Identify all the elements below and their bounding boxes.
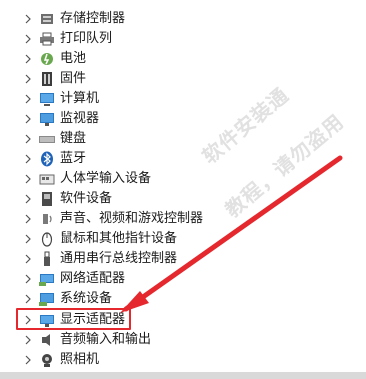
hid-icon: [39, 171, 55, 187]
printer-icon: [39, 31, 55, 47]
tree-item-batteries[interactable]: 电池: [0, 49, 366, 69]
tree-item-audio-io[interactable]: 音频输入和输出: [0, 330, 366, 350]
storage-controller-icon: [39, 11, 55, 27]
tree-item-software-devices[interactable]: 软件设备: [0, 189, 366, 209]
tree-item-usb[interactable]: 通用串行总线控制器: [0, 249, 366, 269]
chevron-right-icon[interactable]: [23, 254, 33, 264]
system-device-icon: [39, 291, 55, 307]
tree-item-mice[interactable]: 鼠标和其他指针设备: [0, 229, 366, 249]
mouse-icon: [39, 231, 55, 247]
tree-item-print-queues[interactable]: 打印队列: [0, 29, 366, 49]
tree-item-label: 人体学输入设备: [60, 171, 152, 186]
horizontal-scrollbar[interactable]: [0, 372, 366, 379]
tree-item-hid[interactable]: 人体学输入设备: [0, 169, 366, 189]
audio-io-icon: [39, 332, 55, 348]
tree-item-label: 音频输入和输出: [60, 332, 152, 347]
device-manager-tree: 存储控制器 打印队列 电池 固件 计算机 监视器 键盘 蓝牙 人体学输入设备 软…: [0, 0, 366, 379]
tree-item-bluetooth[interactable]: 蓝牙: [0, 149, 366, 169]
chevron-right-icon[interactable]: [23, 134, 33, 144]
chevron-right-icon[interactable]: [23, 74, 33, 84]
tree-item-label: 固件: [60, 71, 87, 86]
tree-item-label: 通用串行总线控制器: [60, 251, 178, 266]
tree-item-label: 照相机: [60, 352, 100, 367]
tree-item-label: 声音、视频和游戏控制器: [60, 211, 204, 226]
bluetooth-icon: [39, 151, 55, 167]
tree-item-monitors[interactable]: 监视器: [0, 109, 366, 129]
chevron-right-icon[interactable]: [23, 114, 33, 124]
tree-item-label: 监视器: [60, 111, 100, 126]
tree-item-label: 电池: [60, 51, 87, 66]
tree-item-storage-controllers[interactable]: 存储控制器: [0, 9, 366, 29]
tree-item-label: 打印队列: [60, 31, 113, 46]
tree-item-sound-video-game[interactable]: 声音、视频和游戏控制器: [0, 209, 366, 229]
chevron-right-icon[interactable]: [23, 355, 33, 365]
tree-item-label: 蓝牙: [60, 151, 87, 166]
tree-item-display-adapters[interactable]: 显示适配器: [0, 308, 366, 330]
keyboard-icon: [39, 131, 55, 147]
tree-item-label: 网络适配器: [60, 271, 126, 286]
chevron-right-icon[interactable]: [23, 174, 33, 184]
tree-item-computer[interactable]: 计算机: [0, 89, 366, 109]
tree-item-keyboards[interactable]: 键盘: [0, 129, 366, 149]
chevron-right-icon[interactable]: [23, 34, 33, 44]
chevron-right-icon[interactable]: [23, 154, 33, 164]
firmware-icon: [39, 71, 55, 87]
chevron-right-icon[interactable]: [23, 315, 33, 325]
tree-item-label: 鼠标和其他指针设备: [60, 231, 178, 246]
computer-icon: [39, 91, 55, 107]
tree-item-network-adapters[interactable]: 网络适配器: [0, 269, 366, 289]
tree-item-label: 软件设备: [60, 191, 113, 206]
camera-icon: [39, 352, 55, 368]
chevron-right-icon[interactable]: [23, 14, 33, 24]
tree-item-label: 显示适配器: [60, 312, 126, 327]
chevron-right-icon[interactable]: [23, 94, 33, 104]
tree-item-label: 存储控制器: [60, 11, 126, 26]
tree-item-label: 系统设备: [60, 291, 113, 306]
tree-item-label: 计算机: [60, 91, 100, 106]
chevron-right-icon[interactable]: [23, 234, 33, 244]
tree-item-label: 键盘: [60, 131, 87, 146]
tree-item-cameras[interactable]: 照相机: [0, 350, 366, 370]
speaker-icon: [39, 211, 55, 227]
display-adapter-icon: [39, 312, 55, 328]
software-device-icon: [39, 191, 55, 207]
monitor-icon: [39, 111, 55, 127]
chevron-right-icon[interactable]: [23, 54, 33, 64]
usb-icon: [39, 251, 55, 267]
tree-item-system-devices[interactable]: 系统设备: [0, 289, 366, 309]
chevron-right-icon[interactable]: [23, 294, 33, 304]
chevron-right-icon[interactable]: [23, 335, 33, 345]
tree-item-firmware[interactable]: 固件: [0, 69, 366, 89]
chevron-right-icon[interactable]: [23, 194, 33, 204]
chevron-right-icon[interactable]: [23, 214, 33, 224]
network-adapter-icon: [39, 271, 55, 287]
battery-icon: [39, 51, 55, 67]
chevron-right-icon[interactable]: [23, 274, 33, 284]
